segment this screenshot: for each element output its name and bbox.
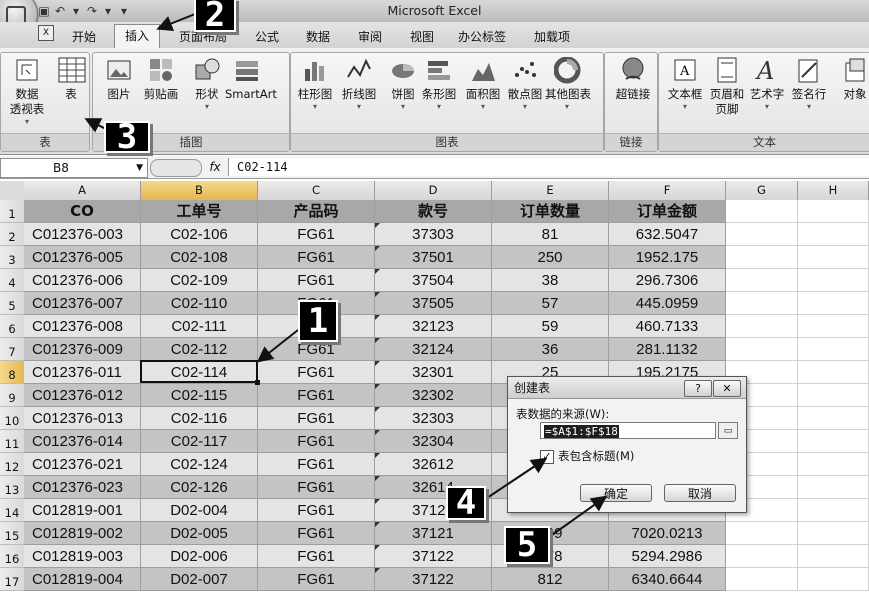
arrow-5 — [551, 495, 608, 536]
callout-5: 5 — [506, 528, 548, 562]
arrow-4 — [477, 457, 548, 505]
arrow-2 — [156, 11, 201, 31]
callout-2: 2 — [196, 0, 234, 32]
annotation-arrows — [84, 11, 608, 536]
callout-1: 1 — [300, 302, 336, 340]
callout-4: 4 — [448, 486, 484, 520]
callout-3: 3 — [106, 120, 148, 154]
arrow-1 — [256, 329, 299, 363]
